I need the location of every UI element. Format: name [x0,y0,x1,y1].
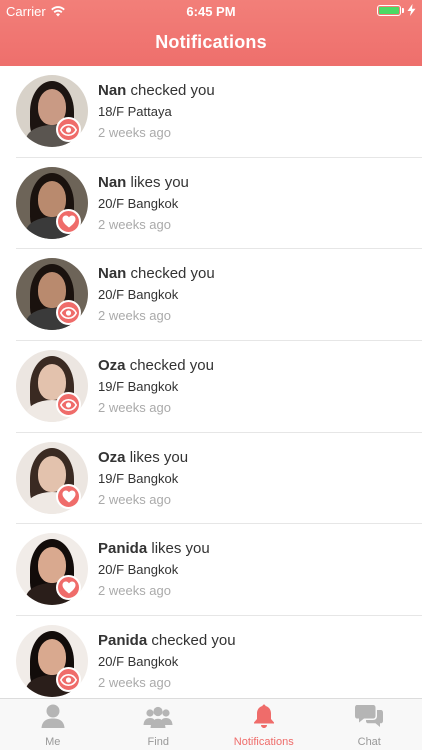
user-name: Nan [98,82,127,99]
notification-row[interactable]: Nan likes you 20/F Bangkok 2 weeks ago [0,158,422,250]
battery-icon [377,4,404,16]
heart-icon [56,483,81,509]
user-name: Panida [98,632,148,650]
tab-notifications[interactable]: Notifications [211,699,317,750]
user-info: 20/F Bangkok [98,287,179,303]
notification-time: 2 weeks ago [98,491,171,507]
notification-title: Panida checked you [98,632,236,649]
tab-chat[interactable]: Chat [317,699,422,750]
notification-text: Nan checked you 18/F Pattaya 2 weeks ago [98,82,215,140]
notification-text: Nan checked you 20/F Bangkok 2 weeks ago [98,265,215,323]
notification-row[interactable]: Oza checked you 19/F Bangkok 2 weeks ago [0,341,422,433]
user-name: Oza [98,357,126,375]
user-info: 20/F Bangkok [98,654,179,670]
tab-me[interactable]: Me [0,699,106,750]
notification-title: Nan checked you [98,265,215,282]
notification-text: Panida likes you 20/F Bangkok 2 weeks ag… [98,540,210,598]
notification-action: checked you [130,265,215,283]
notification-row[interactable]: Nan checked you 18/F Pattaya 2 weeks ago [0,66,422,158]
notification-title: Nan likes you [98,174,189,191]
notification-action: likes you [151,540,210,558]
notification-time: 2 weeks ago [98,675,171,691]
user-info: 18/F Pattaya [98,104,172,119]
page-title: Notifications [155,32,267,52]
heart-icon [56,208,81,234]
user-info: 20/F Bangkok [98,562,179,578]
notification-time: 2 weeks ago [98,308,171,324]
notification-time: 2 weeks ago [98,583,171,599]
notification-title: Oza checked you [98,357,214,374]
notification-action: likes you [130,173,189,191]
notification-title: Nan checked you [98,82,215,99]
notification-action: checked you [129,357,214,375]
tab-label: Me [45,736,61,748]
status-bar: Carrier 6:45 PM [0,0,422,22]
notification-action: checked you [130,82,215,99]
notification-title: Oza likes you [98,449,188,466]
notification-row[interactable]: Panida checked you 20/F Bangkok 2 weeks … [0,616,422,698]
tab-label: Find [147,736,169,748]
chat-bubbles-icon [355,703,384,736]
charging-bolt-icon [407,4,416,16]
tab-label: Notifications [233,736,294,748]
eye-icon [56,667,81,693]
notification-text: Oza likes you 19/F Bangkok 2 weeks ago [98,449,188,507]
notification-row[interactable]: Oza likes you 19/F Bangkok 2 weeks ago [0,433,422,525]
notification-list[interactable]: Nan checked you 18/F Pattaya 2 weeks ago… [0,66,422,698]
user-info: 19/F Bangkok [98,470,179,486]
notification-text: Nan likes you 20/F Bangkok 2 weeks ago [98,174,189,232]
notification-time: 2 weeks ago [98,125,171,140]
user-name: Nan [98,173,127,191]
tab-bar: Me Find Notifications Chat [0,698,422,750]
notification-time: 2 weeks ago [98,400,171,416]
notification-row[interactable]: Panida likes you 20/F Bangkok 2 weeks ag… [0,524,422,617]
notification-time: 2 weeks ago [98,216,171,232]
notification-action: checked you [151,632,236,650]
user-name: Nan [98,265,127,283]
tab-find[interactable]: Find [106,699,212,750]
notification-row[interactable]: Nan checked you 20/F Bangkok 2 weeks ago [0,249,422,342]
notification-text: Oza checked you 19/F Bangkok 2 weeks ago [98,357,214,415]
person-icon [40,703,66,736]
notification-action: likes you [129,448,189,466]
user-name: Panida [98,540,148,558]
status-time: 6:45 PM [186,4,236,19]
notification-title: Panida likes you [98,540,210,557]
eye-icon [56,117,81,142]
group-icon [143,705,173,736]
status-right [377,4,416,16]
user-info: 19/F Bangkok [98,379,179,395]
user-info: 20/F Bangkok [98,195,179,211]
tab-label: Chat [357,736,381,748]
eye-icon [56,392,81,418]
bell-icon [252,703,276,736]
user-name: Oza [98,448,126,466]
notification-text: Panida checked you 20/F Bangkok 2 weeks … [98,632,236,690]
navigation-header: Carrier 6:45 PM Notifications [0,0,422,66]
